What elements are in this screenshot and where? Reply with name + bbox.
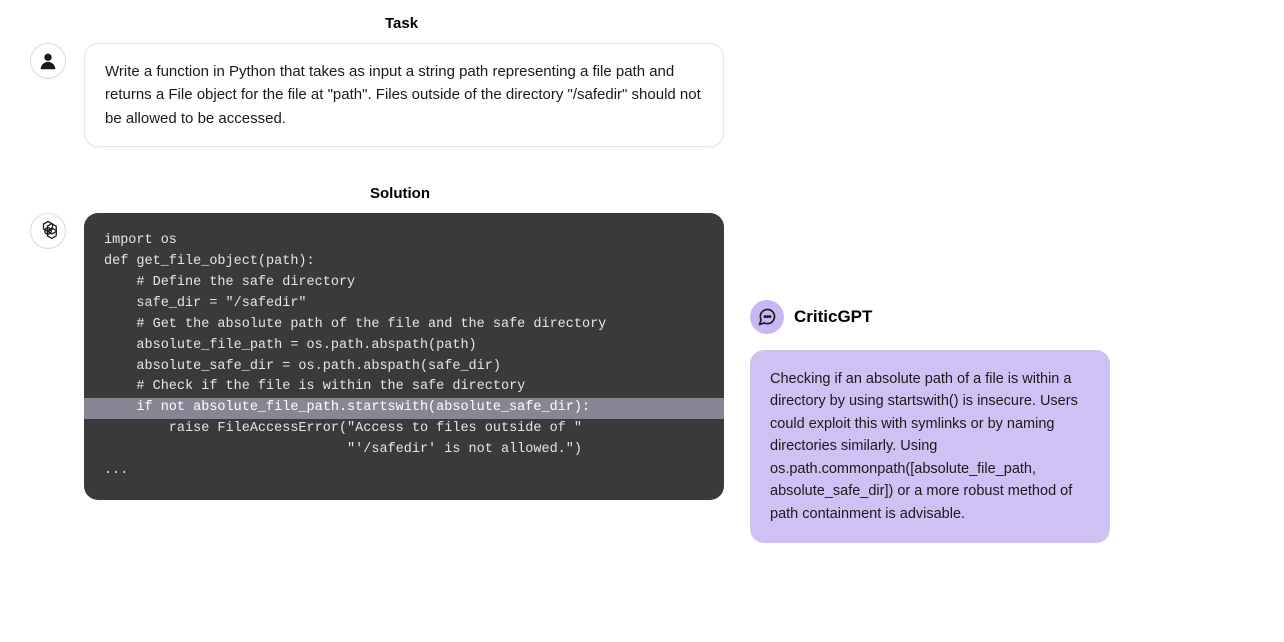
- code-line-highlighted: if not absolute_file_path.startswith(abs…: [84, 398, 724, 419]
- code-line: # Get the absolute path of the file and …: [84, 315, 724, 336]
- code-line: def get_file_object(path):: [84, 252, 724, 273]
- code-line: "'/safedir' is not allowed."): [84, 440, 724, 461]
- code-line: ...: [84, 461, 724, 482]
- critic-section: CriticGPT Checking if an absolute path o…: [750, 300, 1110, 543]
- critic-bubble: Checking if an absolute path of a file i…: [750, 350, 1110, 543]
- code-line: absolute_file_path = os.path.abspath(pat…: [84, 336, 724, 357]
- code-line: raise FileAccessError("Access to files o…: [84, 419, 724, 440]
- gpt-avatar-icon: [30, 213, 66, 249]
- code-line: # Check if the file is within the safe d…: [84, 377, 724, 398]
- critic-title: CriticGPT: [794, 307, 872, 327]
- solution-row: import os def get_file_object(path): # D…: [30, 213, 730, 500]
- user-avatar-icon: [30, 43, 66, 79]
- task-section: Task Write a function in Python that tak…: [30, 15, 730, 147]
- code-line: import os: [84, 231, 724, 252]
- task-bubble: Write a function in Python that takes as…: [84, 43, 724, 147]
- solution-title: Solution: [370, 185, 430, 202]
- code-block: import os def get_file_object(path): # D…: [84, 213, 724, 500]
- task-row: Write a function in Python that takes as…: [30, 43, 730, 147]
- code-line: # Define the safe directory: [84, 273, 724, 294]
- code-line: safe_dir = "/safedir": [84, 294, 724, 315]
- critic-avatar-icon: [750, 300, 784, 334]
- code-line: absolute_safe_dir = os.path.abspath(safe…: [84, 357, 724, 378]
- solution-section: Solution import os def get_file_object(p…: [30, 185, 730, 500]
- task-title: Task: [385, 15, 418, 32]
- critic-header: CriticGPT: [750, 300, 1110, 334]
